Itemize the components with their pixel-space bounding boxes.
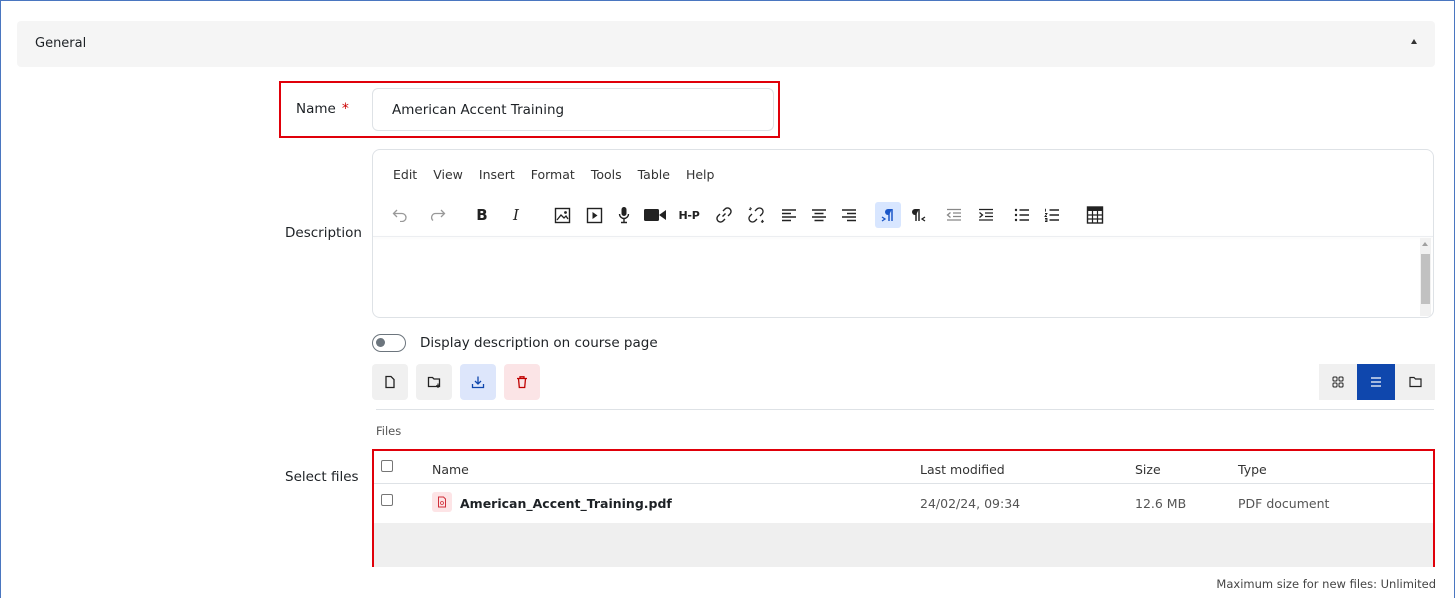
- scroll-up-arrow-icon[interactable]: [1422, 242, 1428, 246]
- column-type-header[interactable]: Type: [1238, 462, 1267, 477]
- files-table: Name Last modified Size Type American_Ac…: [372, 449, 1435, 567]
- toggle-knob: [376, 338, 385, 347]
- menu-help[interactable]: Help: [686, 167, 715, 182]
- column-size-header[interactable]: Size: [1135, 462, 1161, 477]
- description-editor[interactable]: Edit View Insert Format Tools Table Help…: [372, 149, 1434, 318]
- rtl-icon[interactable]: [907, 202, 929, 228]
- file-type: PDF document: [1238, 496, 1330, 511]
- trash-icon: [517, 376, 527, 389]
- redo-icon[interactable]: [427, 202, 449, 228]
- indent-icon[interactable]: [975, 202, 997, 228]
- menu-edit[interactable]: Edit: [393, 167, 417, 182]
- general-section-header[interactable]: General: [17, 21, 1435, 67]
- download-button[interactable]: [460, 364, 496, 400]
- name-label: Name *: [296, 101, 349, 117]
- undo-icon[interactable]: [389, 202, 411, 228]
- scroll-thumb[interactable]: [1421, 254, 1430, 304]
- description-label: Description: [285, 225, 362, 241]
- calculator-icon[interactable]: [1083, 202, 1107, 228]
- grid-icon: [1332, 376, 1344, 388]
- ltr-icon[interactable]: [875, 202, 901, 228]
- menu-view[interactable]: View: [433, 167, 463, 182]
- file-row-checkbox[interactable]: [381, 494, 393, 506]
- file-modified: 24/02/24, 09:34: [920, 496, 1021, 511]
- bullet-list-icon[interactable]: [1011, 202, 1033, 228]
- record-audio-icon[interactable]: [615, 202, 633, 228]
- list-icon: [1371, 377, 1381, 387]
- create-folder-button[interactable]: [416, 364, 452, 400]
- align-left-icon[interactable]: [779, 202, 799, 228]
- display-description-toggle[interactable]: [372, 334, 406, 352]
- view-list-button[interactable]: [1357, 364, 1395, 400]
- folder-icon: [1408, 376, 1422, 388]
- numbered-list-icon[interactable]: [1041, 202, 1063, 228]
- record-video-icon[interactable]: [642, 202, 668, 228]
- download-icon: [471, 376, 485, 389]
- delete-button[interactable]: [504, 364, 540, 400]
- file-name[interactable]: American_Accent_Training.pdf: [460, 496, 672, 511]
- editor-toolbar: B I H-P: [387, 202, 1287, 228]
- select-files-label: Select files: [285, 469, 359, 485]
- column-name-header[interactable]: Name: [432, 462, 469, 477]
- unlink-icon[interactable]: [745, 202, 767, 228]
- column-modified-header[interactable]: Last modified: [920, 462, 1005, 477]
- max-size-note: Maximum size for new files: Unlimited: [1216, 577, 1436, 591]
- files-caption: Files: [376, 424, 402, 438]
- add-file-button[interactable]: [372, 364, 408, 400]
- image-icon[interactable]: [551, 202, 573, 228]
- media-icon[interactable]: [583, 202, 605, 228]
- h5p-icon[interactable]: H-P: [674, 202, 704, 228]
- view-icons-button[interactable]: [1319, 364, 1357, 400]
- align-right-icon[interactable]: [839, 202, 859, 228]
- name-input[interactable]: American Accent Training: [372, 88, 774, 131]
- view-tree-button[interactable]: [1395, 364, 1435, 400]
- files-drop-area[interactable]: [374, 523, 1433, 567]
- required-icon: *: [341, 101, 349, 117]
- name-label-text: Name: [296, 101, 336, 117]
- editor-menubar: Edit View Insert Format Tools Table Help: [393, 167, 730, 182]
- menu-tools[interactable]: Tools: [591, 167, 622, 182]
- align-center-icon[interactable]: [809, 202, 829, 228]
- italic-icon[interactable]: I: [507, 202, 525, 228]
- editor-scrollbar[interactable]: [1420, 238, 1431, 316]
- file-icon: [385, 375, 395, 389]
- menu-format[interactable]: Format: [531, 167, 575, 182]
- link-icon[interactable]: [713, 202, 735, 228]
- file-size: 12.6 MB: [1135, 496, 1187, 511]
- display-description-label: Display description on course page: [420, 335, 658, 351]
- header-divider: [374, 483, 1433, 484]
- select-all-checkbox[interactable]: [381, 460, 393, 472]
- editor-toolbar-divider: [373, 236, 1433, 237]
- file-picker-divider: [376, 409, 1434, 410]
- folder-plus-icon: [427, 376, 440, 388]
- collapse-up-icon[interactable]: [1411, 39, 1417, 44]
- outdent-icon[interactable]: [943, 202, 965, 228]
- menu-insert[interactable]: Insert: [479, 167, 515, 182]
- bold-icon[interactable]: B: [473, 202, 491, 228]
- section-title: General: [35, 36, 87, 51]
- pdf-file-icon: [432, 492, 452, 512]
- menu-table[interactable]: Table: [638, 167, 670, 182]
